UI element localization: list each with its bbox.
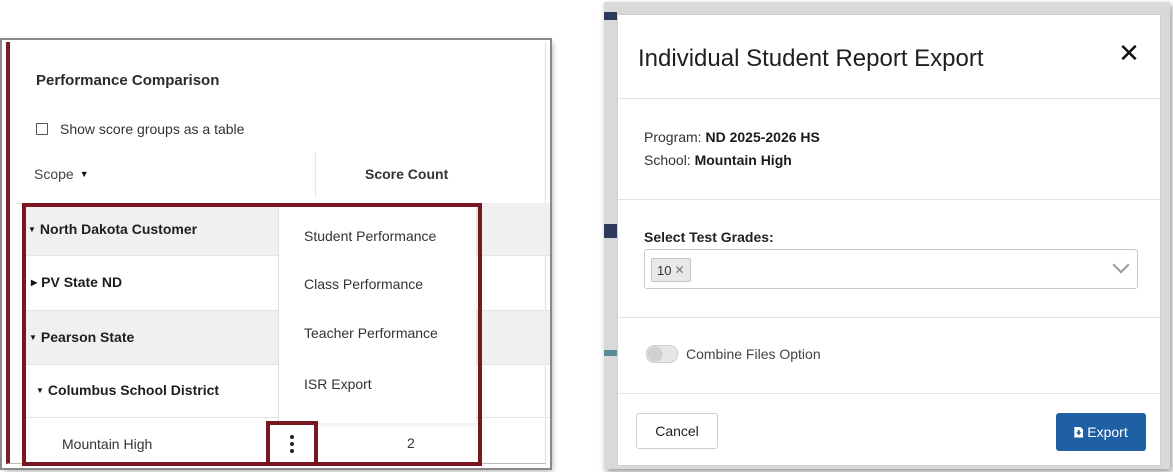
export-button-label: Export [1087, 424, 1128, 440]
modal-divider [618, 98, 1160, 99]
caret-down-icon: ▼ [29, 332, 37, 342]
school-value: Mountain High [694, 152, 792, 168]
row-actions-menu: Student Performance Class Performance Te… [278, 203, 476, 423]
modal-divider [618, 393, 1160, 394]
tree-node-pearson-state[interactable]: ▼ Pearson State [29, 329, 134, 345]
tree-node-pv-state-nd[interactable]: ▶ PV State ND [31, 274, 122, 290]
menu-item-student-performance[interactable]: Student Performance [304, 228, 436, 244]
score-count-cell: 2 [407, 435, 415, 451]
modal-divider [618, 199, 1160, 200]
remove-tag-icon[interactable]: ✕ [674, 263, 684, 277]
modal-divider [618, 317, 1160, 318]
chevron-down-icon[interactable] [1112, 256, 1130, 274]
program-info: Program: ND 2025-2026 HS [644, 129, 820, 145]
caret-down-icon: ▼ [36, 385, 44, 395]
scope-column-header[interactable]: Scope ▼ [34, 166, 89, 182]
show-score-groups-label: Show score groups as a table [60, 121, 245, 137]
tree-node-label: North Dakota Customer [39, 221, 198, 237]
backdrop-strip [604, 224, 617, 238]
tree-node-label: Columbus School District [47, 382, 220, 398]
row-actions-button[interactable] [266, 421, 318, 466]
caret-right-icon: ▶ [31, 277, 38, 287]
modal-title: Individual Student Report Export [638, 45, 984, 72]
select-test-grades-label: Select Test Grades: [644, 229, 774, 245]
caret-down-icon: ▼ [79, 169, 89, 179]
backdrop-strip [604, 350, 617, 356]
export-button[interactable]: Export [1056, 413, 1146, 451]
program-label: Program: [644, 129, 702, 145]
toggle-knob [648, 347, 662, 361]
kebab-menu-icon [290, 434, 294, 453]
school-info: School: Mountain High [644, 152, 792, 168]
tree-node-north-dakota-customer[interactable]: ▼ North Dakota Customer [28, 221, 197, 237]
test-grades-select[interactable]: 10 ✕ [644, 249, 1138, 289]
grade-tag[interactable]: 10 ✕ [651, 258, 691, 282]
school-label: School: [644, 152, 691, 168]
scope-header-label: Scope [34, 166, 74, 182]
score-count-header: Score Count [365, 166, 449, 182]
grade-tag-label: 10 [657, 262, 672, 278]
show-score-groups-toggle[interactable]: Show score groups as a table [36, 121, 244, 137]
tree-node-label: Pearson State [40, 329, 135, 345]
combine-files-label: Combine Files Option [686, 346, 821, 362]
show-score-groups-checkbox[interactable] [36, 123, 48, 135]
performance-comparison-panel: Performance Comparison Show score groups… [2, 40, 550, 468]
file-download-icon [1074, 426, 1084, 438]
menu-item-isr-export[interactable]: ISR Export [304, 376, 372, 392]
menu-item-teacher-performance[interactable]: Teacher Performance [304, 325, 438, 341]
menu-item-class-performance[interactable]: Class Performance [304, 276, 423, 292]
caret-down-icon: ▼ [28, 224, 36, 234]
combine-files-option: Combine Files Option [646, 345, 821, 363]
close-icon[interactable]: ✕ [1116, 41, 1142, 67]
tree-node-columbus-school-district[interactable]: ▼ Columbus School District [36, 382, 219, 398]
backdrop-strip [604, 12, 617, 20]
tree-node-mountain-high[interactable]: Mountain High [62, 436, 152, 452]
tree-node-label: PV State ND [41, 274, 123, 290]
header-divider [315, 152, 316, 198]
program-value: ND 2025-2026 HS [705, 129, 820, 145]
tree-node-label: Mountain High [62, 436, 153, 452]
panel-title: Performance Comparison [36, 72, 220, 89]
combine-files-toggle[interactable] [646, 345, 678, 363]
cancel-button[interactable]: Cancel [636, 413, 718, 449]
isr-export-modal: Individual Student Report Export ✕ Progr… [617, 14, 1161, 466]
